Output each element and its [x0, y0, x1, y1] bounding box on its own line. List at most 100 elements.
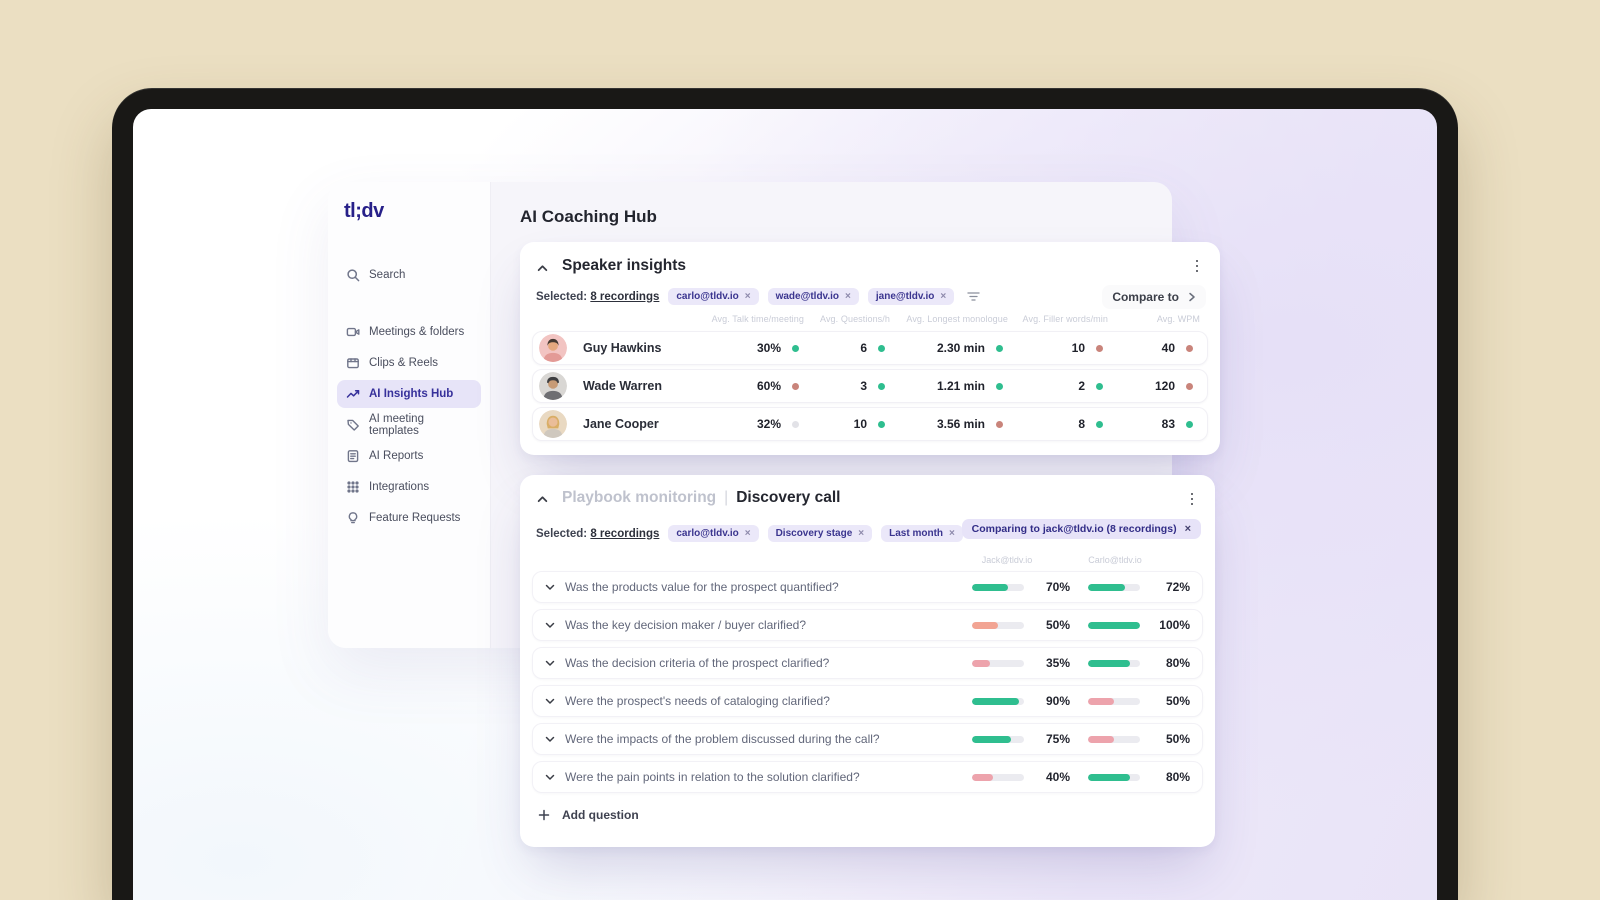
close-icon[interactable]: × — [858, 528, 864, 539]
chevron-down-icon[interactable] — [545, 734, 555, 744]
score-bars: 40% 80% — [972, 770, 1190, 784]
sidebar-item-meetings-folders[interactable]: Meetings & folders — [337, 318, 481, 346]
collapse-section-button[interactable] — [537, 492, 551, 506]
comparing-chip[interactable]: Comparing to jack@tldv.io (8 recordings)… — [961, 519, 1201, 539]
carlo-score-bar — [1088, 697, 1140, 705]
metric-cell: 6 — [813, 341, 899, 355]
selected-count-link[interactable]: 8 recordings — [590, 528, 659, 540]
sidebar-item-feature-requests[interactable]: Feature Requests — [337, 504, 481, 532]
status-dot — [878, 420, 885, 428]
page-title: AI Coaching Hub — [520, 207, 657, 226]
chevron-right-icon — [1189, 292, 1195, 302]
title-divider: | — [724, 489, 729, 506]
carlo-score-value: 80% — [1165, 770, 1190, 784]
status-dot — [792, 382, 799, 390]
playbook-title-muted: Playbook monitoring — [562, 489, 717, 506]
question-row[interactable]: Was the decision criteria of the prospec… — [532, 647, 1203, 679]
speaker-table-headers: Avg. Talk time/meeting Avg. Questions/h … — [532, 312, 1208, 326]
sidebar-item-ai-reports[interactable]: AI Reports — [337, 442, 481, 470]
chevron-down-icon[interactable] — [545, 772, 555, 782]
sidebar-item-ai-insights-hub[interactable]: AI Insights Hub — [337, 380, 481, 408]
status-dot — [1096, 382, 1103, 390]
lightbulb-icon — [348, 512, 358, 524]
sidebar-item-integrations[interactable]: Integrations — [337, 473, 481, 501]
report-icon — [347, 450, 359, 463]
chevron-down-icon[interactable] — [545, 620, 555, 630]
sidebar-item-label: Feature Requests — [369, 512, 461, 524]
desktop-background: tl;dv Search Meetings & folders Clips & … — [0, 0, 1600, 900]
speaker-name: Jane Cooper — [583, 417, 659, 431]
close-icon[interactable]: × — [745, 291, 751, 302]
selected-label: Selected: 8 recordings — [536, 290, 660, 303]
close-icon[interactable]: × — [1185, 523, 1191, 535]
speaker-name: Wade Warren — [583, 379, 662, 393]
column-header-carlo: Carlo@tldv.io — [1088, 555, 1142, 565]
selected-count-link[interactable]: 8 recordings — [590, 291, 659, 303]
add-question-label: Add question — [562, 808, 639, 822]
question-row[interactable]: Were the impacts of the problem discusse… — [532, 723, 1203, 755]
avatar — [539, 334, 567, 362]
carlo-score-bar — [1088, 735, 1140, 743]
status-dot — [1096, 420, 1103, 428]
collapse-section-button[interactable] — [537, 261, 551, 275]
chevron-down-icon[interactable] — [545, 582, 555, 592]
metric-cell: 3 — [813, 379, 899, 393]
question-row[interactable]: Was the key decision maker / buyer clari… — [532, 609, 1203, 641]
search-label: Search — [369, 269, 406, 281]
filter-chip-wade[interactable]: wade@tldv.io × — [767, 288, 859, 305]
status-dot — [1186, 420, 1193, 428]
carlo-score-bar — [1088, 659, 1140, 667]
sidebar-item-clips-reels[interactable]: Clips & Reels — [337, 349, 481, 377]
sidebar-item-label: Meetings & folders — [369, 326, 465, 338]
question-row[interactable]: Was the products value for the prospect … — [532, 571, 1203, 603]
close-icon[interactable]: × — [845, 291, 851, 302]
carlo-score-value: 50% — [1165, 694, 1190, 708]
filter-chip-period[interactable]: Last month × — [881, 525, 963, 542]
sidebar-item-ai-meeting-templates[interactable]: AI meeting templates — [337, 411, 481, 439]
filter-chip-carlo[interactable]: carlo@tldv.io × — [668, 525, 759, 542]
chevron-down-icon[interactable] — [545, 658, 555, 668]
card-menu-button[interactable] — [1190, 257, 1204, 275]
score-bars: 75% 50% — [972, 732, 1190, 746]
filter-chip-carlo[interactable]: carlo@tldv.io × — [668, 288, 759, 305]
jack-score-value: 75% — [1045, 732, 1070, 746]
column-header: Avg. Talk time/meeting — [711, 314, 804, 324]
plus-icon — [538, 809, 550, 821]
status-dot — [996, 344, 1003, 352]
compare-to-button[interactable]: Compare to — [1102, 285, 1206, 309]
question-text: Was the key decision maker / buyer clari… — [565, 618, 806, 632]
sidebar-item-label: Clips & Reels — [369, 357, 439, 369]
card-menu-button[interactable] — [1185, 490, 1199, 508]
avatar — [539, 410, 567, 438]
status-dot — [792, 420, 799, 428]
video-camera-icon — [346, 327, 360, 337]
table-row[interactable]: Wade Warren 60% 3 1.21 min 2 120 — [532, 369, 1208, 403]
column-header: Avg. Filler words/min — [1022, 314, 1108, 324]
filter-chip-stage[interactable]: Discovery stage × — [767, 525, 873, 542]
chevron-up-icon — [537, 265, 548, 272]
grid-dots-icon — [347, 481, 359, 493]
laptop-frame: tl;dv Search Meetings & folders Clips & … — [112, 88, 1458, 900]
close-icon[interactable]: × — [949, 528, 955, 539]
close-icon[interactable]: × — [940, 291, 946, 302]
filter-button[interactable] — [967, 291, 980, 302]
search-button[interactable]: Search — [337, 261, 481, 289]
score-bars: 50% 100% — [972, 618, 1190, 632]
status-dot — [996, 382, 1003, 390]
close-icon[interactable]: × — [745, 528, 751, 539]
add-question-button[interactable]: Add question — [532, 799, 1203, 831]
chevron-down-icon[interactable] — [545, 696, 555, 706]
sidebar-item-label: AI Insights Hub — [369, 388, 454, 400]
speaker-name: Guy Hawkins — [583, 341, 662, 355]
score-bars: 90% 50% — [972, 694, 1190, 708]
table-row[interactable]: Jane Cooper 32% 10 3.56 min 8 83 — [532, 407, 1208, 441]
jack-score-value: 40% — [1045, 770, 1070, 784]
table-row[interactable]: Guy Hawkins 30% 6 2.30 min 10 40 — [532, 331, 1208, 365]
question-row[interactable]: Were the pain points in relation to the … — [532, 761, 1203, 793]
filter-chip-jane[interactable]: jane@tldv.io × — [867, 288, 955, 305]
clapper-icon — [347, 358, 359, 369]
playbook-filters-row: Selected: 8 recordings carlo@tldv.io × D… — [536, 524, 989, 543]
question-text: Was the decision criteria of the prospec… — [565, 656, 830, 670]
metric-cell: 1.21 min — [899, 379, 1017, 393]
question-row[interactable]: Were the prospect's needs of cataloging … — [532, 685, 1203, 717]
